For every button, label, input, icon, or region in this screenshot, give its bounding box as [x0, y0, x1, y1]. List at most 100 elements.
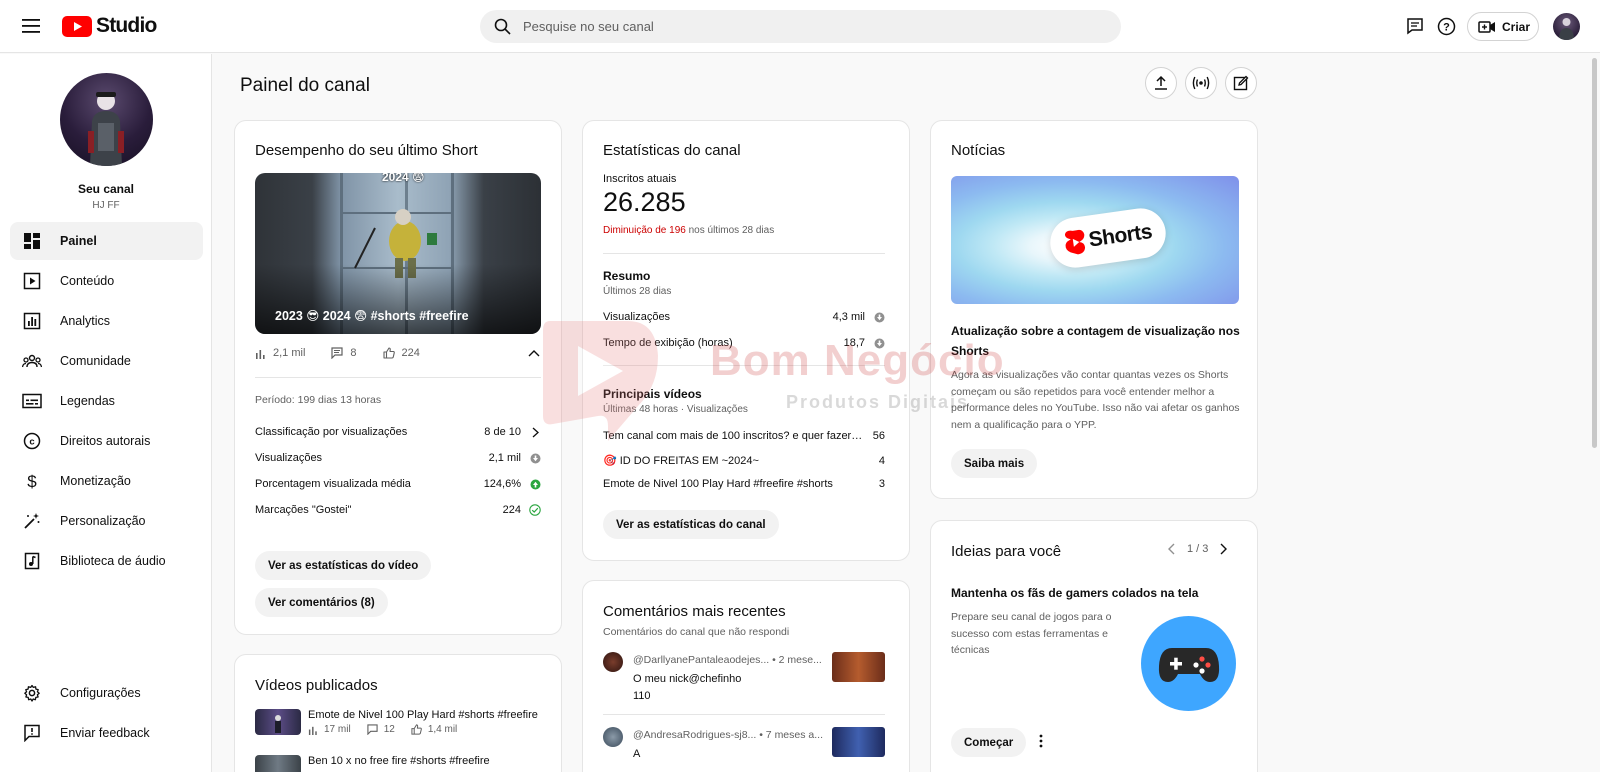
chevron-up-icon[interactable] [528, 349, 540, 357]
arrow-down-circle-icon [529, 452, 541, 464]
subtitles-icon [22, 391, 42, 411]
list-item[interactable]: Emote de Nivel 100 Play Hard #shorts #fr… [255, 709, 545, 739]
search-icon [494, 18, 511, 35]
more-vert-icon[interactable] [1039, 734, 1043, 748]
sidebar-item-comunidade[interactable]: Comunidade [10, 342, 203, 380]
card-title: Comentários mais recentes [603, 603, 786, 620]
video-title: Ben 10 x no free fire #shorts #freefire [308, 755, 490, 767]
svg-text:?: ? [1443, 21, 1450, 33]
sidebar-item-biblioteca-de-audio[interactable]: Biblioteca de áudio [10, 542, 203, 580]
create-video-icon [1478, 20, 1495, 33]
thumbs-up-icon [382, 347, 395, 359]
chevron-left-icon[interactable] [1167, 543, 1175, 555]
go-live-button[interactable] [1185, 67, 1217, 99]
sidebar-item-legendas[interactable]: Legendas [10, 382, 203, 420]
avatar [603, 727, 623, 747]
news-banner[interactable]: Shorts [951, 176, 1239, 304]
comments-metric: 8 [331, 347, 357, 359]
studio-logo[interactable]: Studio [62, 14, 157, 38]
top-header: Studio ? Criar [0, 0, 1600, 53]
recent-comments-card: Comentários mais recentes Comentários do… [582, 580, 910, 772]
analytics-icon [22, 311, 42, 331]
thumbnail-caption: 2023 😎 2024 😨 #shorts #freefire [275, 309, 469, 323]
card-title: Desempenho do seu último Short [255, 142, 478, 159]
summary-title: Resumo [603, 269, 651, 283]
sidebar-item-label: Analytics [60, 314, 111, 328]
ideas-pager: 1 / 3 [1167, 543, 1228, 555]
comment-item[interactable]: @DarllyanePantaleaodejes... • 2 mese... … [603, 652, 885, 712]
video-thumbnail [255, 709, 301, 735]
subscribers-label: Inscritos atuais [603, 173, 677, 185]
dashboard-icon [22, 231, 42, 251]
period-label: Período: 199 dias 13 horas [255, 394, 382, 406]
news-headline: Atualização sobre a contagem de visualiz… [951, 324, 1240, 358]
sidebar-item-configuracoes[interactable]: Configurações [10, 674, 203, 712]
messages-icon[interactable] [1403, 14, 1427, 38]
sidebar-item-painel[interactable]: Painel [10, 222, 203, 260]
top-videos-title: Principais vídeos [603, 387, 702, 401]
search-input[interactable] [523, 19, 1083, 34]
upload-button[interactable] [1145, 67, 1177, 99]
chevron-right-icon[interactable] [1220, 543, 1228, 555]
arrow-down-circle-icon [873, 337, 885, 349]
likes-metric: 224 [382, 347, 420, 359]
sidebar-item-label: Painel [60, 234, 97, 248]
video-metrics: 17 mil 12 1,4 mil [308, 724, 473, 735]
card-title: Vídeos publicados [255, 677, 378, 694]
channel-avatar[interactable] [60, 73, 153, 166]
channel-stats-card: Estatísticas do canal Inscritos atuais 2… [582, 120, 910, 561]
youtube-logo-icon [62, 15, 92, 37]
sidebar-item-analytics[interactable]: Analytics [10, 302, 203, 340]
upload-icon [1155, 75, 1167, 90]
subscribers-value: 26.285 [603, 187, 686, 217]
short-thumbnail[interactable]: 2024 😨 2023 😎 2024 😨 #shorts #freefire [255, 173, 541, 334]
sidebar-item-monetizacao[interactable]: $ Monetização [10, 462, 203, 500]
view-video-stats-button[interactable]: Ver as estatísticas do vídeo [255, 551, 432, 580]
summary-row-views: Visualizações 4,3 mil [603, 311, 885, 323]
menu-icon[interactable] [18, 14, 44, 38]
sidebar-item-direitos-autorais[interactable]: c Direitos autorais [10, 422, 203, 460]
top-video-row[interactable]: 🎯 ID DO FREITAS EM ~2024~ 4 [603, 454, 885, 468]
monetization-icon: $ [22, 471, 42, 491]
view-comments-button[interactable]: Ver comentários (8) [255, 588, 388, 617]
comment-text: A [633, 748, 641, 760]
edit-icon [1233, 75, 1249, 91]
sidebar-item-label: Legendas [60, 394, 115, 408]
top-video-row[interactable]: Emote de Nivel 100 Play Hard #freefire #… [603, 478, 885, 490]
sidebar-item-label: Personalização [60, 514, 146, 528]
help-icon[interactable]: ? [1434, 14, 1458, 38]
comment-text: 110 [633, 690, 651, 702]
view-channel-stats-button[interactable]: Ver as estatísticas do canal [603, 510, 779, 539]
comment-item[interactable]: @AndresaRodrigues-sj8... • 7 meses a... … [603, 727, 885, 767]
top-video-row[interactable]: Tem canal com mais de 100 inscritos? e q… [603, 430, 885, 442]
create-post-button[interactable] [1225, 67, 1257, 99]
search-box[interactable] [480, 10, 1121, 43]
chevron-right-icon [529, 426, 541, 438]
sidebar-item-label: Monetização [60, 474, 131, 488]
gamepad-icon [1141, 616, 1236, 711]
sidebar-item-enviar-feedback[interactable]: Enviar feedback [10, 714, 203, 752]
create-button[interactable]: Criar [1467, 12, 1539, 41]
learn-more-button[interactable]: Saiba mais [951, 449, 1038, 478]
start-button[interactable]: Começar [951, 728, 1027, 757]
list-item[interactable]: Ben 10 x no free fire #shorts #freefire [255, 755, 545, 772]
last-short-card: Desempenho do seu último Short 2024 😨 20… [234, 120, 562, 635]
comments-value: 8 [350, 347, 357, 359]
shorts-logo-icon [1064, 229, 1085, 255]
comment-icon [331, 347, 344, 359]
page-scrollbar[interactable] [1592, 58, 1597, 448]
sidebar-item-personalizacao[interactable]: Personalização [10, 502, 203, 540]
video-thumbnail [832, 652, 885, 682]
video-thumbnail [255, 755, 301, 772]
comment-author: @DarllyanePantaleaodejes... • 2 mese... [633, 654, 822, 666]
sidebar-item-label: Biblioteca de áudio [60, 554, 166, 568]
channel-name: Seu canal [77, 182, 135, 196]
bar-chart-icon [256, 349, 265, 359]
community-icon [22, 351, 42, 371]
copyright-icon: c [22, 431, 42, 451]
news-card: Notícias Shorts Atualização sobre a cont… [930, 120, 1258, 499]
ideas-body: Prepare seu canal de jogos para o sucess… [951, 611, 1112, 656]
sidebar-item-conteudo[interactable]: Conteúdo [10, 262, 203, 300]
account-avatar[interactable] [1553, 13, 1580, 40]
stat-row-rank[interactable]: Classificação por visualizações 8 de 10 [255, 426, 541, 438]
